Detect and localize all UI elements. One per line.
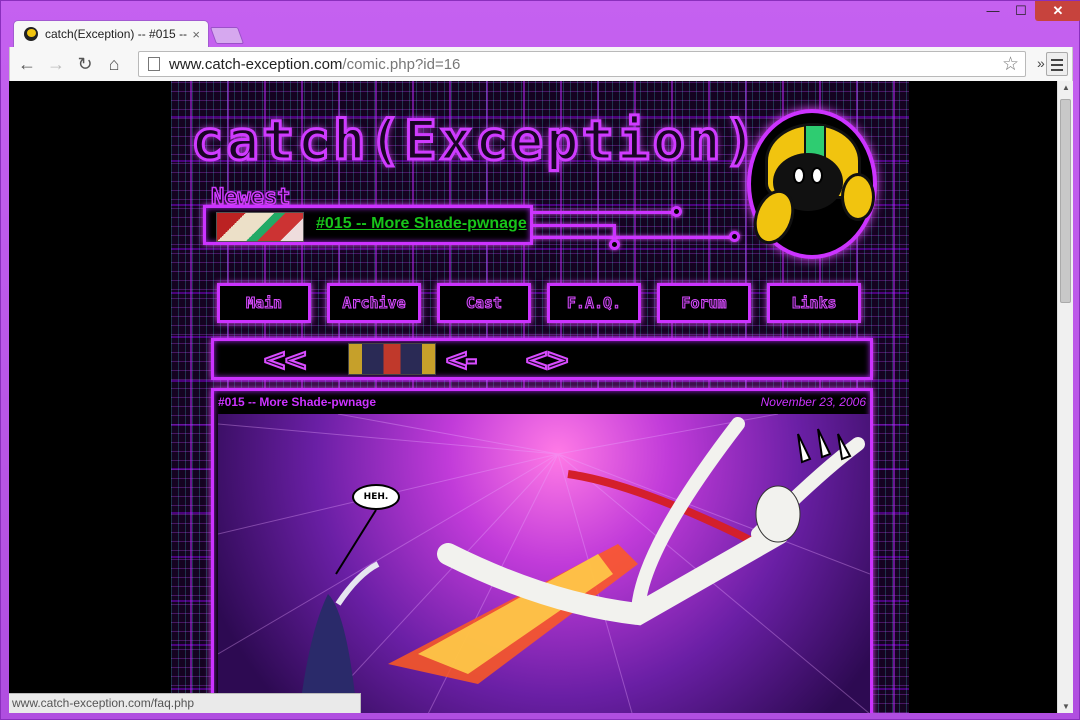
- circuit-line: [533, 224, 613, 227]
- nav-main[interactable]: Main: [217, 283, 311, 323]
- mascot-logo: [746, 109, 877, 259]
- bookmark-star-icon[interactable]: ☆: [1002, 53, 1019, 76]
- extensions-overflow-icon[interactable]: »: [1037, 55, 1045, 71]
- previous-comic-button[interactable]: <-: [443, 342, 479, 379]
- nav-links[interactable]: Links: [767, 283, 861, 323]
- circuit-node: [729, 231, 740, 242]
- address-bar[interactable]: www.catch-exception.com/comic.php?id=16 …: [138, 51, 1026, 77]
- page-icon: [148, 57, 160, 71]
- circuit-line: [533, 236, 731, 239]
- site-container: catch(Exception) Newest #015 -- More Sha…: [171, 81, 909, 713]
- nav-faq[interactable]: F.A.Q.: [547, 283, 641, 323]
- newest-comic-thumbnail[interactable]: [216, 212, 304, 242]
- scroll-up-icon[interactable]: ▲: [1062, 83, 1070, 92]
- comic-pager: << <- <>: [211, 338, 873, 380]
- pager-thumbnail[interactable]: [348, 343, 436, 375]
- random-comic-button[interactable]: <>: [523, 342, 571, 379]
- new-tab-button[interactable]: [209, 27, 245, 44]
- comic-frame: #015 -- More Shade-pwnage November 23, 2…: [211, 388, 873, 713]
- tab-title: catch(Exception) -- #015 --: [45, 27, 188, 41]
- mascot-eye: [793, 167, 805, 184]
- maximize-button[interactable]: ☐: [1007, 1, 1035, 21]
- home-button[interactable]: ⌂: [103, 53, 125, 75]
- nav-cast[interactable]: Cast: [437, 283, 531, 323]
- nav-forum[interactable]: Forum: [657, 283, 751, 323]
- scroll-down-icon[interactable]: ▼: [1062, 702, 1070, 711]
- villain-arm: [335, 561, 380, 606]
- menu-line: [1051, 69, 1063, 71]
- circuit-node: [671, 206, 682, 217]
- browser-toolbar: ← → ↻ ⌂ www.catch-exception.com/comic.ph…: [9, 47, 1073, 81]
- vertical-scrollbar[interactable]: ▲ ▼: [1057, 81, 1073, 713]
- reload-button[interactable]: ↻: [74, 53, 96, 75]
- comic-image: HEH.: [218, 414, 870, 713]
- speech-bubble: HEH.: [352, 484, 400, 510]
- mascot-eye: [811, 167, 823, 184]
- comic-art: [218, 414, 870, 713]
- url-host: www.catch-exception.com: [169, 55, 343, 73]
- newest-comic-link[interactable]: #015 -- More Shade-pwnage: [316, 215, 527, 233]
- mascot-ear-right: [841, 173, 875, 221]
- forward-button[interactable]: →: [45, 53, 67, 75]
- browser-menu-button[interactable]: [1046, 52, 1068, 76]
- comic-date: November 23, 2006: [760, 395, 866, 409]
- back-button[interactable]: ←: [16, 53, 38, 75]
- status-bar: www.catch-exception.com/faq.php: [9, 693, 361, 713]
- menu-line: [1051, 59, 1063, 61]
- scrollbar-thumb[interactable]: [1060, 99, 1071, 303]
- favicon-icon: [24, 27, 38, 41]
- first-comic-button[interactable]: <<: [261, 342, 309, 379]
- page-viewport: catch(Exception) Newest #015 -- More Sha…: [9, 81, 1073, 713]
- menu-line: [1051, 64, 1063, 66]
- window-controls: — ☐ ✕: [979, 1, 1080, 23]
- tab-active[interactable]: catch(Exception) -- #015 -- ×: [13, 20, 209, 47]
- browser-window: catch(Exception) -- #015 -- × — ☐ ✕ ← → …: [0, 0, 1080, 720]
- comic-title: #015 -- More Shade-pwnage: [218, 395, 377, 409]
- site-logo[interactable]: catch(Exception): [189, 108, 759, 174]
- circuit-node: [609, 239, 620, 250]
- flying-figure-head: [755, 485, 801, 543]
- url-text: www.catch-exception.com/comic.php?id=16: [169, 56, 460, 73]
- tab-close-icon[interactable]: ×: [192, 27, 200, 42]
- main-navigation: Main Archive Cast F.A.Q. Forum Links: [217, 283, 867, 323]
- title-bar: catch(Exception) -- #015 -- × — ☐ ✕: [1, 1, 1080, 47]
- url-path: /comic.php?id=16: [342, 55, 461, 73]
- circuit-line: [533, 211, 673, 214]
- exclamation-marks: [797, 428, 852, 464]
- nav-archive[interactable]: Archive: [327, 283, 421, 323]
- minimize-button[interactable]: —: [979, 1, 1007, 21]
- close-button[interactable]: ✕: [1035, 1, 1080, 21]
- newest-comic-box: #015 -- More Shade-pwnage: [203, 205, 533, 245]
